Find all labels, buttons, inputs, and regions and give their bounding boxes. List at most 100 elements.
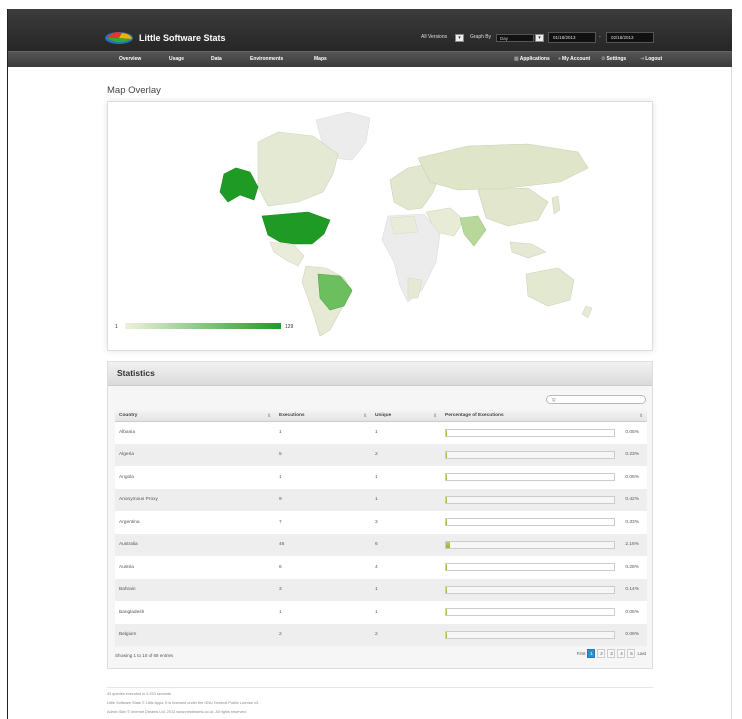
table-row: Anonymous Proxy 9 1 0.42%	[115, 488, 647, 511]
progress-bar	[445, 495, 615, 504]
versions-dropdown[interactable]: ▾	[455, 34, 464, 42]
cell-executions: 7	[275, 511, 371, 534]
sort-icon: ⇕	[363, 413, 367, 418]
graph-by-dropdown[interactable]: ▾	[535, 34, 544, 42]
cell-unique: 6	[371, 533, 441, 556]
progress-bar-fill	[446, 564, 447, 570]
table-row: Australia 46 6 2.16%	[115, 533, 647, 556]
col-unique[interactable]: Unique ⇕	[371, 410, 441, 422]
col-executions[interactable]: Executions ⇕	[275, 410, 371, 422]
nav-my-account-label: My Account	[562, 56, 591, 62]
pager-last[interactable]: Last	[637, 651, 646, 656]
map-india	[459, 215, 487, 247]
progress-bar-fill	[446, 496, 447, 503]
progress-bar-fill	[446, 519, 447, 525]
table-row: Belgium 2 2 0.09%	[115, 623, 647, 646]
cell-percentage-bar	[441, 443, 615, 466]
cell-unique: 4	[371, 556, 441, 579]
progress-bar-fill	[446, 541, 450, 548]
cell-executions: 1	[275, 421, 371, 444]
nav-settings-label: Settings	[606, 56, 627, 62]
col-percentage[interactable]: Percentage of Executions ⇕	[441, 410, 647, 422]
cell-country: Bangladesh	[115, 601, 275, 624]
map-alaska	[219, 167, 259, 203]
nav-logout-label: Logout	[645, 56, 663, 62]
showing-entries: Showing 1 to 10 of 68 entries	[115, 653, 174, 658]
nav-maps[interactable]: Maps	[314, 56, 327, 62]
col-executions-label: Executions	[279, 412, 305, 418]
cell-country: Argentina	[115, 511, 275, 534]
map-china	[477, 187, 549, 227]
pager-page-2[interactable]: 2	[597, 649, 606, 658]
cell-country: Albania	[115, 421, 275, 444]
progress-bar	[445, 428, 615, 437]
cell-executions: 1	[275, 466, 371, 489]
table-row: Austria 6 4 0.28%	[115, 556, 647, 579]
world-map[interactable]	[108, 102, 654, 352]
legend-min: 1	[115, 324, 118, 330]
cell-executions: 9	[275, 488, 371, 511]
table-row: Algeria 5 2 0.23%	[115, 443, 647, 466]
map-title: Map Overlay	[107, 85, 161, 96]
cell-country: Belgium	[115, 623, 275, 646]
progress-bar	[445, 518, 615, 526]
cell-percentage-bar	[441, 511, 615, 534]
table-row: Angola 1 1 0.05%	[115, 466, 647, 489]
cell-percentage-bar	[441, 556, 615, 579]
map-australia	[525, 267, 575, 307]
map-mexico	[269, 241, 305, 267]
nav-applications[interactable]: ▦Applications	[514, 56, 550, 62]
nav-overview[interactable]: Overview	[119, 56, 141, 62]
nav-logout[interactable]: ⇥Logout	[640, 56, 662, 62]
progress-bar-fill	[446, 586, 447, 593]
pager-page-1[interactable]: 1	[587, 649, 596, 658]
col-country[interactable]: Country ⇕	[115, 410, 275, 422]
footer-license: Little Software Stats © Little Apps. It …	[107, 701, 260, 705]
pager-page-5[interactable]: 5	[627, 649, 636, 658]
statistics-header	[108, 362, 652, 386]
date-separator: -	[599, 34, 601, 40]
date-from-input[interactable]: 01/18/2013	[548, 32, 596, 43]
cell-country: Bahrain	[115, 578, 275, 601]
table-row: Albania 1 1 0.05%	[115, 421, 647, 444]
applications-icon: ▦	[514, 56, 519, 62]
cell-executions: 3	[275, 578, 371, 601]
progress-bar-fill	[446, 451, 447, 458]
legend-max: 129	[285, 324, 294, 330]
nav-bar: Overview Usage Data Environments Maps ▦A…	[8, 51, 732, 67]
search-input[interactable]: Q	[546, 395, 646, 404]
pager-first[interactable]: First	[577, 651, 586, 656]
pager-page-4[interactable]: 4	[617, 649, 626, 658]
nav-environments[interactable]: Environments	[250, 56, 283, 62]
cell-executions: 46	[275, 533, 371, 556]
col-percentage-label: Percentage of Executions	[445, 412, 504, 418]
progress-bar	[445, 540, 615, 549]
pager-page-3[interactable]: 3	[607, 649, 616, 658]
cell-unique: 1	[371, 466, 441, 489]
nav-usage[interactable]: Usage	[169, 56, 184, 62]
graph-by-select[interactable]: Day	[496, 34, 534, 42]
progress-bar	[445, 608, 615, 616]
legend-gradient	[125, 323, 281, 329]
cell-executions: 2	[275, 623, 371, 646]
cell-percentage-bar	[441, 601, 615, 624]
cell-executions: 6	[275, 556, 371, 579]
nav-data[interactable]: Data	[211, 56, 222, 62]
col-unique-label: Unique	[375, 412, 392, 418]
table-row: Bahrain 3 1 0.14%	[115, 578, 647, 601]
map-africa-south	[407, 277, 423, 299]
nav-my-account[interactable]: ●My Account	[558, 56, 590, 62]
sort-icon: ⇕	[639, 413, 643, 418]
statistics-table: Country ⇕ Executions ⇕ Unique ⇕ Percentage …	[115, 410, 647, 646]
progress-bar	[445, 585, 615, 594]
sort-icon: ⇕	[267, 413, 271, 418]
nav-settings[interactable]: ⚙Settings	[601, 56, 626, 62]
footer-divider	[107, 687, 653, 688]
table-row: Argentina 7 3 0.33%	[115, 511, 647, 534]
cell-unique: 2	[371, 443, 441, 466]
cell-percentage-bar	[441, 578, 615, 601]
progress-bar	[445, 450, 615, 459]
map-se-asia	[509, 241, 547, 259]
top-bar: Little Software Stats All Versions ▾ Gra…	[8, 9, 732, 51]
date-to-input[interactable]: 02/18/2013	[606, 32, 654, 43]
